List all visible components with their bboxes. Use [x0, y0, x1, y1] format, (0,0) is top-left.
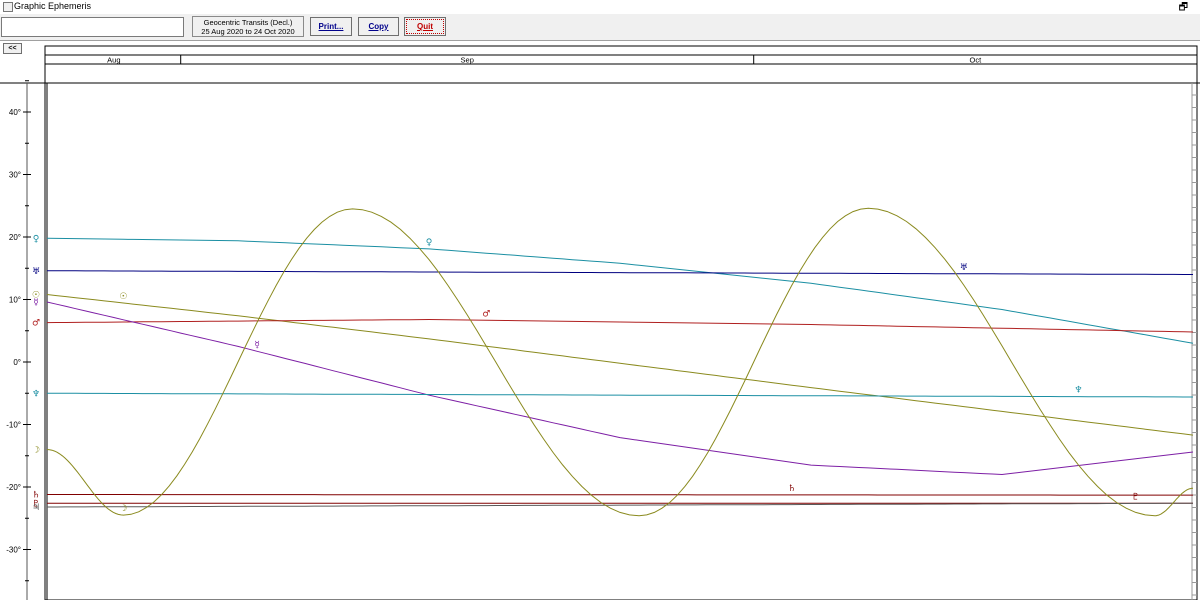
y-tick-label: 10°	[9, 296, 21, 305]
y-tick-label: 20°	[9, 233, 21, 242]
quit-button[interactable]: Quit	[404, 17, 446, 36]
y-tick-label: 0°	[13, 358, 21, 367]
y-tick-label: -20°	[6, 483, 21, 492]
chart-type-label: Geocentric Transits (Decl.)	[203, 18, 293, 27]
toolbar-input-field[interactable]	[1, 17, 184, 37]
month-label: Sep	[461, 56, 474, 65]
series-glyph-neptune: ♆	[32, 389, 40, 399]
y-tick-label: -30°	[6, 546, 21, 555]
y-tick-label: 30°	[9, 171, 21, 180]
toolbar: Geocentric Transits (Decl.) 25 Aug 2020 …	[0, 14, 1200, 41]
series-label-uranus: ♅	[960, 263, 968, 273]
month-label: Oct	[970, 56, 983, 65]
title-bar: Graphic Ephemeris 🗗	[0, 0, 1200, 14]
series-line-mercury	[46, 301, 1194, 476]
series-glyph-uranus: ♅	[32, 267, 40, 277]
date-range-label: 25 Aug 2020 to 24 Oct 2020	[201, 27, 295, 36]
copy-button[interactable]: Copy	[358, 17, 399, 36]
series-label-moon: ☽	[119, 504, 127, 514]
series-line-mars	[46, 318, 1194, 333]
ephemeris-chart: Aug Sep Oct 40° 30° 20° 10° 0° -10° -20° -30° ♀ ♀ ♅ ♅ ☉…	[0, 45, 1200, 600]
series-line-saturn	[47, 494, 1193, 496]
series-line-moon	[46, 207, 1193, 517]
chart-description-panel: Geocentric Transits (Decl.) 25 Aug 2020 …	[192, 16, 304, 37]
series-line-sun	[46, 294, 1194, 436]
series-label-venus: ♀	[426, 238, 433, 248]
series-line-neptune	[47, 392, 1193, 398]
series-line-uranus	[47, 270, 1193, 275]
series-glyph-mars: ♂	[32, 319, 40, 329]
series-glyph-moon: ☽	[32, 446, 40, 456]
y-tick-label: -10°	[6, 421, 21, 430]
series-line-jupiter	[47, 502, 1193, 508]
window-title: Graphic Ephemeris	[14, 1, 92, 11]
series-line-venus	[46, 237, 1194, 344]
print-button[interactable]: Print...	[310, 17, 352, 36]
y-tick-label: 40°	[9, 108, 21, 117]
series-label-sun: ☉	[119, 292, 127, 302]
series-label-pluto: ♇	[1132, 492, 1140, 502]
month-label: Aug	[107, 56, 120, 65]
series-glyph-mercury: ☿	[33, 298, 39, 308]
series-label-mercury: ☿	[254, 340, 260, 350]
app-icon	[3, 2, 13, 12]
series-label-saturn: ♄	[788, 484, 796, 494]
series-glyph-jupiter: ♃	[32, 503, 40, 513]
series-label-mars: ♂	[482, 309, 490, 319]
chart-frame	[44, 45, 1198, 600]
series-glyph-venus: ♀	[33, 234, 40, 244]
series-label-neptune: ♆	[1074, 386, 1082, 396]
